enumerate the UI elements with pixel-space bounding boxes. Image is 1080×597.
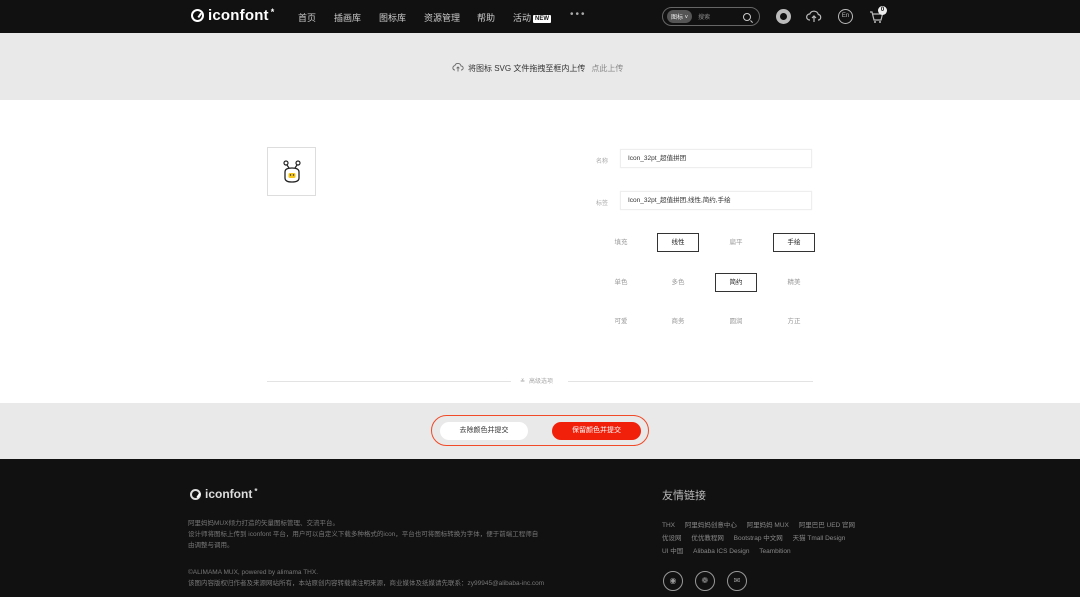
friend-link[interactable]: 优优教程网 <box>691 535 724 542</box>
friend-link[interactable]: 优设网 <box>662 535 682 542</box>
submit-button-group: 去除颜色并提交 保留颜色并提交 <box>431 415 649 446</box>
friend-links-title: 友情链接 <box>662 490 706 502</box>
nav-resources[interactable]: 资源管理 <box>424 11 460 24</box>
footer-copyright: ©ALIMAMA MUX, powered by alimama THX. 该图… <box>188 567 544 589</box>
search-box: 图标 ˅ 搜索 <box>662 7 760 26</box>
top-navbar: iconfont * 首页 插画库 图标库 资源管理 帮助 活动 NEW ••• … <box>0 0 1080 33</box>
double-chevron-down-icon: ≚ <box>520 379 526 385</box>
friend-link[interactable]: Teambition <box>759 548 790 555</box>
footer-logo-icon <box>190 488 201 500</box>
cloud-upload-icon <box>452 62 464 74</box>
language-icon[interactable]: En <box>838 9 853 24</box>
footer-desc-line: 由调整与调用。 <box>188 542 234 549</box>
friend-link[interactable]: UI 中国 <box>662 548 683 555</box>
copyright-line: ©ALIMAMA MUX, powered by alimama THX. <box>188 569 319 576</box>
friend-link[interactable]: 阿里妈妈创意中心 <box>685 522 737 529</box>
footer-logo-star: * <box>254 486 258 496</box>
friend-link[interactable]: THX <box>662 522 675 529</box>
upload-link[interactable]: 点此上传 <box>591 63 623 74</box>
tag-exquisite[interactable]: 精美 <box>773 273 815 292</box>
footer-desc-line: 阿里妈妈MUX倾力打造的矢量图标管理、交流平台。 <box>188 520 339 527</box>
logo-star: * <box>270 6 275 17</box>
nav-activities[interactable]: 活动 NEW <box>513 11 552 24</box>
tag-business[interactable]: 商务 <box>657 312 699 331</box>
icon-preview <box>267 147 316 196</box>
tags-input[interactable]: Icon_32pt_超值拼团,线性,简约,手绘 <box>620 191 812 210</box>
new-badge: NEW <box>533 15 552 23</box>
robot-icon <box>282 159 301 183</box>
friend-links-row: THX 阿里妈妈创意中心 阿里妈妈 MUX 阿里巴巴 UED 官网 <box>662 519 863 529</box>
friend-link[interactable]: Bootstrap 中文网 <box>734 535 783 542</box>
footer: iconfont * 阿里妈妈MUX倾力打造的矢量图标管理、交流平台。 设计师将… <box>0 459 1080 597</box>
friend-links-row: UI 中国 Alibaba ICS Design Teambition <box>662 545 799 555</box>
user-avatar-icon[interactable] <box>776 9 791 24</box>
name-input[interactable]: Icon_32pt_超值拼团 <box>620 149 812 168</box>
nav-icons[interactable]: 图标库 <box>379 11 406 24</box>
tag-handdrawn[interactable]: 手绘 <box>773 233 815 252</box>
nav-illustrations[interactable]: 插画库 <box>334 11 361 24</box>
tag-simple[interactable]: 简约 <box>715 273 757 292</box>
search-input[interactable]: 搜索 <box>698 12 743 21</box>
footer-logo[interactable]: iconfont * <box>190 487 257 501</box>
keep-color-submit-button[interactable]: 保留颜色并提交 <box>552 422 641 440</box>
tags-label: 标签 <box>596 201 609 207</box>
submit-bar: 去除颜色并提交 保留颜色并提交 <box>0 403 1080 459</box>
divider-left <box>267 381 511 382</box>
search-type-select[interactable]: 图标 ˅ <box>667 10 693 23</box>
tag-square[interactable]: 方正 <box>773 312 815 331</box>
logo-icon <box>191 9 204 22</box>
tag-flat[interactable]: 扁平 <box>715 233 757 252</box>
upload-icon[interactable] <box>806 9 822 24</box>
copyright-line: 该图内容版权归作者及来源网站所有，本站原创内容转载请注明来源，商业媒体及纸媒请先… <box>188 580 545 587</box>
nav-help[interactable]: 帮助 <box>477 11 495 24</box>
nav-home[interactable]: 首页 <box>298 11 316 24</box>
friend-link[interactable]: 阿里妈妈 MUX <box>747 522 789 529</box>
divider-right <box>568 381 813 382</box>
advanced-options-toggle[interactable]: ≚ 高级选项 <box>520 376 553 385</box>
tag-cute[interactable]: 可爱 <box>600 312 642 331</box>
footer-desc-line: 设计师将图标上传到 iconfont 平台，用户可以自定义下载多种格式的icon… <box>188 531 539 538</box>
tag-monochrome[interactable]: 单色 <box>600 273 642 292</box>
remove-color-submit-button[interactable]: 去除颜色并提交 <box>440 422 528 440</box>
friend-links-row: 优设网 优优教程网 Bootstrap 中文网 天猫 Tmall Design <box>662 532 853 542</box>
upload-text: 将图标 SVG 文件拖拽至框内上传 <box>468 63 586 73</box>
cart-count-badge: 0 <box>878 6 887 15</box>
name-label: 名称 <box>596 159 609 165</box>
tag-multicolor[interactable]: 多色 <box>657 273 699 292</box>
advanced-options-label: 高级选项 <box>529 379 554 385</box>
friend-link[interactable]: 天猫 Tmall Design <box>793 535 846 542</box>
tag-rounded[interactable]: 圆润 <box>715 312 757 331</box>
friend-link[interactable]: Alibaba ICS Design <box>693 548 749 555</box>
footer-logo-text: iconfont <box>205 487 253 501</box>
footer-description: 阿里妈妈MUX倾力打造的矢量图标管理、交流平台。 设计师将图标上传到 iconf… <box>188 518 538 551</box>
upload-dropzone[interactable]: 将图标 SVG 文件拖拽至框内上传 点此上传 <box>0 33 1080 100</box>
search-icon[interactable] <box>743 12 751 21</box>
wechat-icon[interactable]: ❁ <box>695 571 715 591</box>
more-menu-button[interactable]: ••• <box>570 9 587 20</box>
iconfont-logo[interactable]: iconfont * <box>191 7 274 24</box>
email-icon[interactable]: ✉ <box>727 571 747 591</box>
tag-linear[interactable]: 线性 <box>657 233 699 252</box>
friend-link[interactable]: 阿里巴巴 UED 官网 <box>799 522 855 529</box>
nav-activities-label: 活动 <box>513 13 532 23</box>
weibo-icon[interactable]: ◉ <box>663 571 683 591</box>
upload-hint: 将图标 SVG 文件拖拽至框内上传 点此上传 <box>452 62 623 74</box>
logo-text: iconfont <box>208 7 269 24</box>
icon-edit-panel: 名称 Icon_32pt_超值拼团 标签 Icon_32pt_超值拼团,线性,简… <box>0 100 1080 403</box>
tag-fill[interactable]: 填充 <box>600 233 642 252</box>
